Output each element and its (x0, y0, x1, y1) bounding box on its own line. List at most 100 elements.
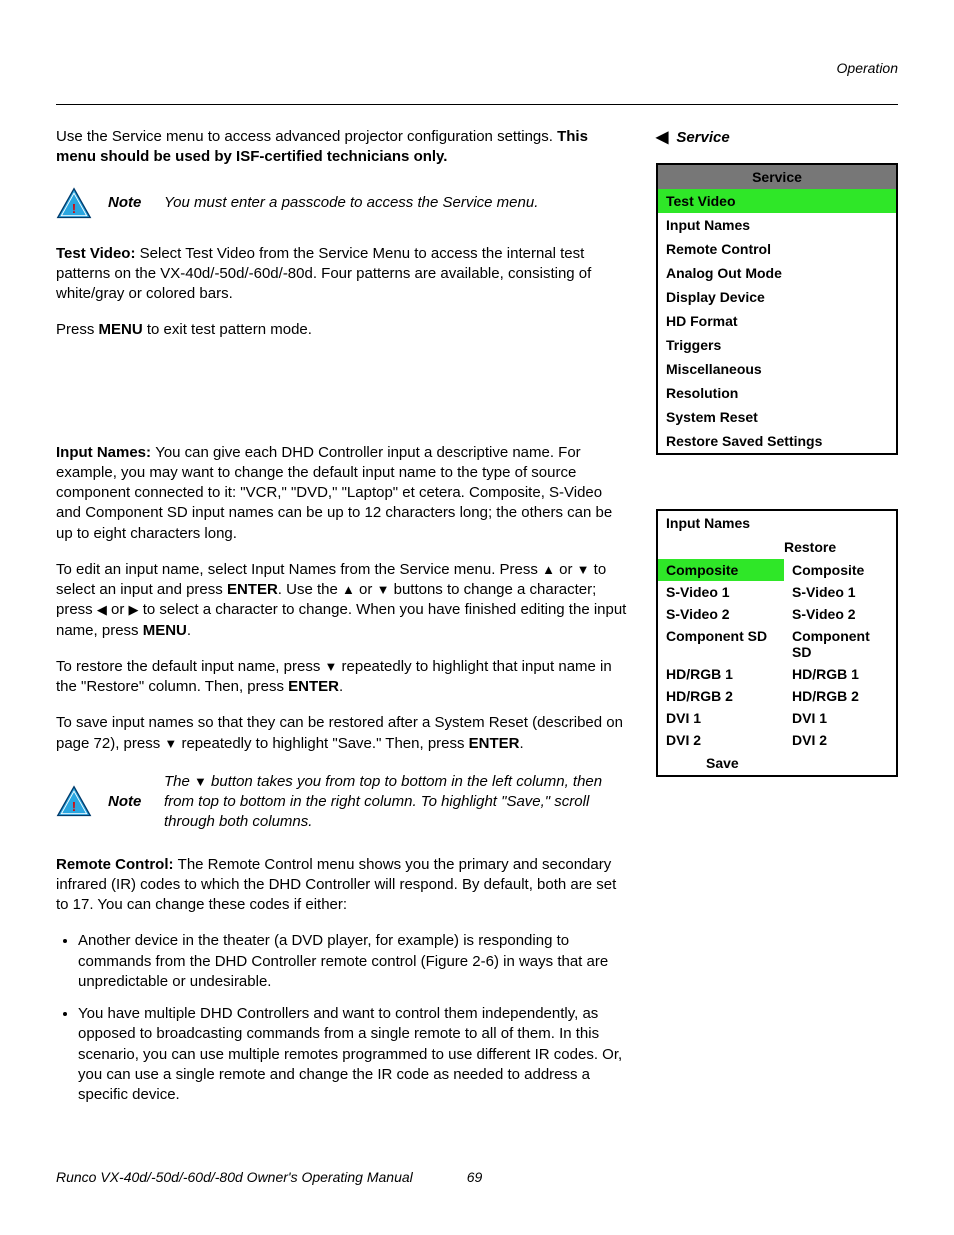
service-menu: Service Test Video Input Names Remote Co… (656, 163, 898, 455)
down-arrow-icon: ▼ (164, 735, 177, 753)
service-label-text: Service (676, 129, 729, 146)
test-video-paragraph: Test Video: Select Test Video from the S… (56, 244, 628, 305)
down-arrow-icon: ▼ (324, 658, 337, 676)
input-names-subhead: Restore (658, 535, 896, 559)
input-names-p1: Input Names: You can give each DHD Contr… (56, 443, 628, 544)
bullet-item: Another device in the theater (a DVD pla… (78, 931, 628, 992)
bullet-item: You have multiple DHD Controllers and wa… (78, 1004, 628, 1105)
service-menu-item[interactable]: Remote Control (658, 237, 896, 261)
input-names-row[interactable]: HD/RGB 2HD/RGB 2 (658, 685, 896, 707)
service-menu-item[interactable]: Restore Saved Settings (658, 429, 896, 453)
test-video-heading: Test Video: (56, 245, 140, 262)
page-number: 69 (467, 1169, 483, 1185)
down-arrow-icon: ▼ (377, 581, 390, 599)
service-menu-item[interactable]: Resolution (658, 381, 896, 405)
service-menu-item[interactable]: Input Names (658, 213, 896, 237)
menu-label: MENU (143, 622, 187, 639)
footer: Runco VX-40d/-50d/-60d/-80d Owner's Oper… (56, 1169, 898, 1185)
remote-control-p1: Remote Control: The Remote Control menu … (56, 855, 628, 916)
in-p2e: or (355, 581, 377, 598)
note2b: button takes you from top to bottom in t… (164, 773, 602, 831)
enter-label: ENTER (288, 678, 339, 695)
note2a: The (164, 773, 194, 790)
input-row-right: S-Video 2 (784, 603, 896, 625)
in-p2h: to select a character to change. When yo… (56, 601, 626, 638)
in-p2d: . Use the (278, 581, 342, 598)
input-names-row[interactable]: HD/RGB 1HD/RGB 1 (658, 663, 896, 685)
in-p4b: repeatedly to highlight "Save." Then, pr… (177, 735, 468, 752)
service-menu-item[interactable]: Test Video (658, 189, 896, 213)
intro-paragraph: Use the Service menu to access advanced … (56, 127, 628, 168)
service-menu-item[interactable]: Analog Out Mode (658, 261, 896, 285)
footer-title: Runco VX-40d/-50d/-60d/-80d Owner's Oper… (56, 1169, 413, 1185)
input-row-right: DVI 2 (784, 729, 896, 751)
input-names-row[interactable]: DVI 1DVI 1 (658, 707, 896, 729)
input-row-right: Composite (784, 559, 896, 581)
header-rule (56, 104, 898, 105)
down-arrow-icon: ▼ (577, 561, 590, 579)
input-names-title: Input Names (658, 511, 896, 535)
tv-menu: MENU (99, 321, 143, 338)
input-names-row[interactable]: Component SDComponent SD (658, 625, 896, 663)
input-row-left: Component SD (658, 625, 784, 663)
input-row-left: S-Video 2 (658, 603, 784, 625)
main-columns: Use the Service menu to access advanced … (56, 127, 898, 1117)
left-arrow-icon: ◀ (656, 127, 668, 147)
input-row-left: HD/RGB 2 (658, 685, 784, 707)
input-names-p4: To save input names so that they can be … (56, 713, 628, 754)
service-menu-item[interactable]: Triggers (658, 333, 896, 357)
in-p2g: or (107, 601, 129, 618)
service-menu-item[interactable]: HD Format (658, 309, 896, 333)
tv-p2c: to exit test pattern mode. (143, 321, 312, 338)
input-names-row[interactable]: S-Video 2S-Video 2 (658, 603, 896, 625)
test-video-exit: Press MENU to exit test pattern mode. (56, 320, 628, 340)
input-names-save[interactable]: Save (658, 751, 896, 775)
note-label: Note (108, 792, 148, 812)
in-p2b: or (555, 561, 577, 578)
input-row-left: DVI 2 (658, 729, 784, 751)
note-block-2: ! Note The ▼ button takes you from top t… (56, 772, 628, 833)
warning-icon: ! (56, 784, 92, 820)
input-row-left: HD/RGB 1 (658, 663, 784, 685)
input-row-right: HD/RGB 2 (784, 685, 896, 707)
service-menu-item[interactable]: Display Device (658, 285, 896, 309)
input-row-left: DVI 1 (658, 707, 784, 729)
sidebar-column: ◀ Service Service Test Video Input Names… (656, 127, 898, 1117)
in-p3a: To restore the default input name, press (56, 658, 324, 675)
input-row-left: S-Video 1 (658, 581, 784, 603)
spacer (56, 357, 628, 443)
input-names-row[interactable]: DVI 2DVI 2 (658, 729, 896, 751)
input-row-right: S-Video 1 (784, 581, 896, 603)
remote-control-heading: Remote Control: (56, 856, 178, 873)
intro-text: Use the Service menu to access advanced … (56, 128, 557, 145)
note-label: Note (108, 193, 148, 213)
input-row-right: DVI 1 (784, 707, 896, 729)
input-row-right: Component SD (784, 625, 896, 663)
left-arrow-icon: ◀ (97, 601, 107, 619)
service-menu-item[interactable]: System Reset (658, 405, 896, 429)
note-block-1: ! Note You must enter a passcode to acce… (56, 186, 628, 222)
svg-text:!: ! (72, 800, 76, 814)
enter-label: ENTER (227, 581, 278, 598)
input-names-row[interactable]: CompositeComposite (658, 559, 896, 581)
input-names-p3: To restore the default input name, press… (56, 657, 628, 698)
service-menu-item[interactable]: Miscellaneous (658, 357, 896, 381)
input-names-p2: To edit an input name, select Input Name… (56, 560, 628, 641)
up-arrow-icon: ▲ (342, 581, 355, 599)
note-text-2: The ▼ button takes you from top to botto… (164, 772, 628, 833)
svg-text:!: ! (72, 202, 76, 216)
in-p2a: To edit an input name, select Input Name… (56, 561, 542, 578)
header-section: Operation (837, 60, 898, 76)
input-names-menu: Input Names Restore CompositeComposite S… (656, 509, 898, 777)
up-arrow-icon: ▲ (542, 561, 555, 579)
input-names-heading: Input Names: (56, 444, 155, 461)
tv-p2a: Press (56, 321, 99, 338)
note-text: You must enter a passcode to access the … (164, 193, 628, 213)
content-column: Use the Service menu to access advanced … (56, 127, 628, 1117)
warning-icon: ! (56, 186, 92, 222)
input-names-row[interactable]: S-Video 1S-Video 1 (658, 581, 896, 603)
input-row-left: Composite (658, 559, 784, 581)
restore-label: Restore (784, 539, 888, 555)
down-arrow-icon: ▼ (194, 773, 207, 791)
right-arrow-icon: ▶ (129, 601, 139, 619)
